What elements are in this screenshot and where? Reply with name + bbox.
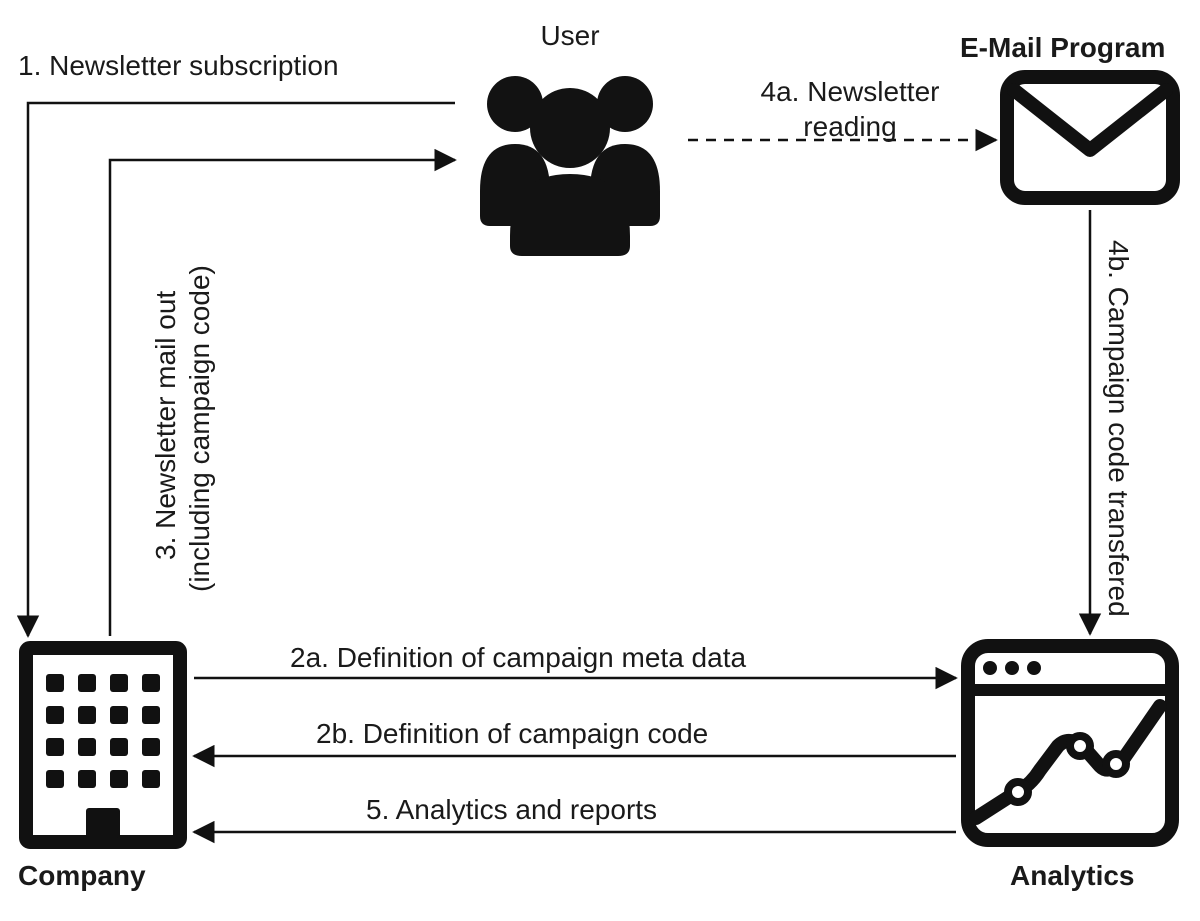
- envelope-icon: [1000, 70, 1180, 205]
- edge-3-label-2: (including campaign code): [182, 265, 217, 592]
- user-group-icon: [460, 66, 680, 256]
- company-building-icon: [18, 640, 188, 850]
- edge-2b-label: 2b. Definition of campaign code: [316, 716, 708, 751]
- edge-3-label: 3. Newsletter mail out: [148, 291, 183, 560]
- edge-2a-label: 2a. Definition of campaign meta data: [290, 640, 746, 675]
- diagram-canvas: { "nodes": { "user": { "label": "User" }…: [0, 0, 1200, 921]
- edge-4b-label: 4b. Campaign code transfered: [1101, 240, 1136, 617]
- edge-1-label: 1. Newsletter subscription: [18, 48, 339, 83]
- edge-5-label: 5. Analytics and reports: [366, 792, 657, 827]
- edge-3-line1: 3. Newsletter mail out: [150, 291, 181, 560]
- edge-4a-label: 4a. Newsletter reading: [720, 74, 980, 144]
- node-analytics-label: Analytics: [1010, 858, 1135, 893]
- edge-3-line2: (including campaign code): [184, 265, 215, 592]
- analytics-icon: [960, 638, 1180, 848]
- edge-4a-line1: 4a. Newsletter: [761, 76, 940, 107]
- node-company-label: Company: [18, 858, 146, 893]
- node-user-label: User: [490, 18, 650, 53]
- node-email-label: E-Mail Program: [960, 30, 1200, 65]
- edge-4a-line2: reading: [803, 111, 896, 142]
